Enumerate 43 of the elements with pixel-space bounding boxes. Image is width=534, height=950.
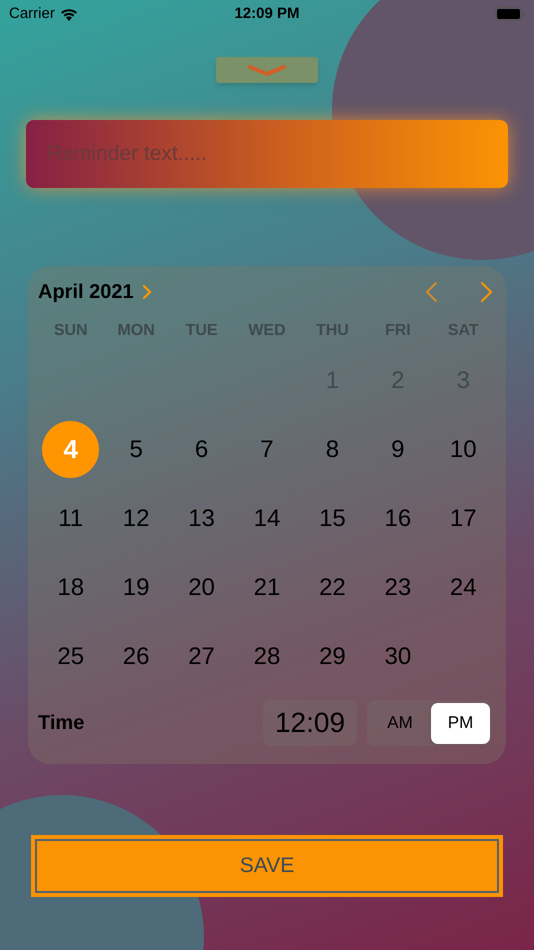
reminder-input-field[interactable]: Reminder text..... [26, 120, 508, 188]
next-month-icon[interactable] [480, 281, 494, 303]
calendar-day[interactable]: 13 [173, 490, 230, 547]
save-button[interactable]: SAVE [31, 835, 503, 897]
calendar-day[interactable]: 25 [42, 628, 100, 685]
calendar-day[interactable]: 14 [238, 490, 296, 547]
wifi-icon [60, 8, 78, 20]
previous-month-icon[interactable] [424, 281, 438, 303]
calendar-day[interactable]: 30 [369, 628, 426, 685]
calendar-day[interactable]: 7 [238, 421, 296, 478]
calendar-day[interactable]: 29 [304, 628, 361, 685]
calendar-day[interactable]: 6 [173, 421, 230, 478]
calendar-day[interactable]: 22 [304, 559, 361, 616]
time-field[interactable]: 12:09 [263, 700, 357, 746]
chevron-down-icon [247, 64, 287, 76]
calendar-day[interactable]: 9 [369, 421, 426, 478]
calendar-day[interactable]: 4 [42, 421, 100, 478]
month-title: April 2021 [38, 280, 134, 305]
calendar-day[interactable]: 8 [304, 421, 361, 478]
calendar-day[interactable]: 27 [173, 628, 230, 685]
time-label: Time [38, 711, 84, 736]
calendar-day[interactable]: 10 [434, 421, 492, 478]
calendar-day[interactable]: 28 [238, 628, 296, 685]
carrier-label: Carrier [9, 4, 55, 24]
calendar-day[interactable]: 12 [108, 490, 165, 547]
calendar-day[interactable]: 23 [369, 559, 426, 616]
calendar-day[interactable]: 20 [173, 559, 230, 616]
calendar-day[interactable]: 24 [434, 559, 492, 616]
battery-icon [494, 7, 525, 21]
collapse-button[interactable] [216, 57, 318, 83]
calendar-day[interactable]: 19 [108, 559, 165, 616]
calendar-day[interactable]: 16 [369, 490, 426, 547]
calendar-day[interactable]: 26 [108, 628, 165, 685]
calendar-day[interactable]: 18 [42, 559, 100, 616]
period-option[interactable]: PM [431, 702, 490, 744]
calendar-day[interactable]: 21 [238, 559, 296, 616]
status-time: 12:09 PM [234, 4, 300, 24]
calendar-day[interactable]: 17 [434, 490, 492, 547]
calendar-day[interactable]: 5 [108, 421, 165, 478]
period-option[interactable]: AM [369, 702, 431, 744]
calendar-day[interactable]: 11 [42, 490, 100, 547]
chevron-right-icon[interactable] [142, 284, 152, 300]
calendar-day[interactable]: 15 [304, 490, 361, 547]
